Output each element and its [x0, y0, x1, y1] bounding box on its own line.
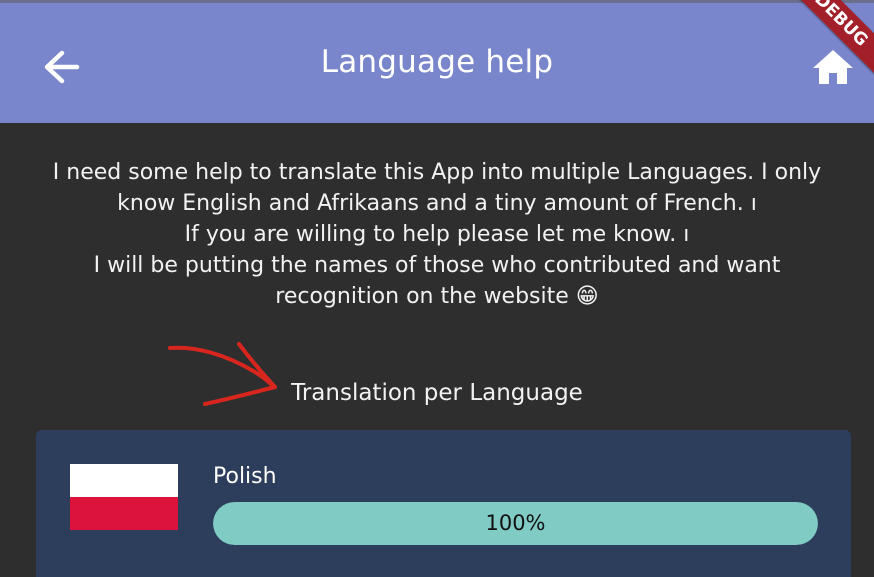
- intro-text: I need some help to translate this App i…: [36, 157, 838, 312]
- section-heading: Translation per Language: [291, 380, 583, 406]
- language-name: Polish: [213, 464, 277, 489]
- app-screen: Language help DEBUG I need some help to …: [0, 0, 874, 577]
- translation-progress-bar: 100%: [213, 502, 818, 545]
- language-card[interactable]: Polish 100%: [36, 430, 851, 577]
- progress-label: 100%: [485, 511, 546, 535]
- app-bar: Language help: [0, 0, 874, 123]
- intro-paragraph: I need some help to translate this App i…: [52, 160, 822, 216]
- intro-paragraph: If you are willing to help please let me…: [184, 222, 690, 247]
- home-button[interactable]: [810, 45, 856, 89]
- polish-flag-icon: [70, 464, 178, 530]
- intro-paragraph: I will be putting the names of those who…: [93, 253, 781, 309]
- home-icon: [813, 50, 853, 84]
- page-title: Language help: [320, 44, 554, 80]
